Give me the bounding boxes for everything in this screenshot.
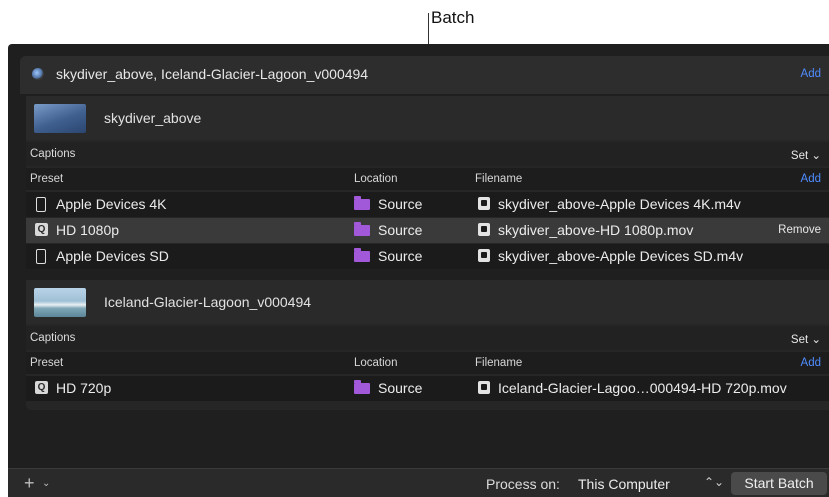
process-on-label: Process on: [486,476,560,492]
folder-icon [354,222,370,236]
clip-name: Iceland-Glacier-Lagoon_v000494 [104,294,312,310]
device-icon [36,249,46,264]
row-preset: Apple Devices SD [56,248,169,264]
clip-thumbnail [34,104,86,133]
table-row[interactable]: Q HD 720p Source Iceland-Glacier-Lagoo…0… [26,376,829,401]
row-filename[interactable]: skydiver_above-Apple Devices 4K.m4v [498,196,741,212]
col-filename-header: Filename [475,173,523,185]
table-row[interactable]: Apple Devices 4K Source skydiver_above-A… [26,192,829,217]
row-filename[interactable]: Iceland-Glacier-Lagoo…000494-HD 720p.mov [498,380,787,396]
batch-icon [32,68,44,80]
chevron-down-icon[interactable]: ⌄ [42,478,50,489]
file-icon [478,197,490,210]
row-location[interactable]: Source [378,222,422,238]
col-location-header: Location [354,173,398,185]
captions-label: Captions [30,148,76,160]
captions-row: Captions Set ⌄ [26,326,829,350]
output-table-header: Preset Location Filename Add [26,352,829,374]
file-icon [478,249,490,262]
row-filename[interactable]: skydiver_above-Apple Devices SD.m4v [498,248,743,264]
folder-icon [354,380,370,394]
batch-header[interactable]: skydiver_above, Iceland-Glacier-Lagoon_v… [20,56,829,94]
table-row[interactable]: Apple Devices SD Source skydiver_above-A… [26,244,829,269]
batch-title: skydiver_above, Iceland-Glacier-Lagoon_v… [56,66,369,82]
row-location[interactable]: Source [378,196,422,212]
clip-header[interactable]: skydiver_above [26,96,829,140]
row-location[interactable]: Source [378,248,422,264]
clip-header[interactable]: Iceland-Glacier-Lagoon_v000494 [26,280,829,324]
row-preset: HD 1080p [56,222,120,238]
file-icon [478,223,490,236]
device-icon [36,197,46,212]
file-icon [478,381,490,394]
row-location[interactable]: Source [378,380,422,396]
updown-chevron-icon[interactable]: ⌃⌄ [704,475,724,489]
row-preset: HD 720p [56,380,112,396]
captions-label: Captions [30,332,76,344]
clip-iceland: Iceland-Glacier-Lagoon_v000494 Captions … [26,280,829,410]
col-filename-header: Filename [475,357,523,369]
captions-set-button[interactable]: Set ⌄ [791,148,821,162]
col-preset-header: Preset [30,357,64,369]
captions-row: Captions Set ⌄ [26,142,829,166]
output-add-button[interactable]: Add [801,173,821,185]
process-on-select[interactable]: This Computer [578,476,670,492]
output-table-header: Preset Location Filename Add [26,168,829,190]
col-preset-header: Preset [30,173,64,185]
remove-button[interactable]: Remove [778,224,821,236]
row-filename[interactable]: skydiver_above-HD 1080p.mov [498,222,693,238]
captions-set-button[interactable]: Set ⌄ [791,332,821,346]
clip-skydiver: skydiver_above Captions Set ⌄ Preset Loc… [26,96,829,269]
start-batch-button[interactable]: Start Batch [731,472,827,495]
batch-window: skydiver_above, Iceland-Glacier-Lagoon_v… [8,44,829,497]
quicktime-icon: Q [35,381,48,394]
clip-name: skydiver_above [104,110,202,126]
table-row-selected[interactable]: Q HD 1080p Source skydiver_above-HD 1080… [26,218,829,243]
quicktime-icon: Q [35,223,48,236]
folder-icon [354,196,370,210]
add-plus-icon[interactable]: + [24,473,35,494]
clip-thumbnail [34,288,86,317]
batch-add-button[interactable]: Add [801,68,821,80]
footer-bar: + ⌄ Process on: This Computer ⌃⌄ Start B… [8,468,829,497]
batch-callout-label: Batch [431,8,475,27]
output-add-button[interactable]: Add [801,357,821,369]
col-location-header: Location [354,357,398,369]
row-preset: Apple Devices 4K [56,196,167,212]
folder-icon [354,248,370,262]
